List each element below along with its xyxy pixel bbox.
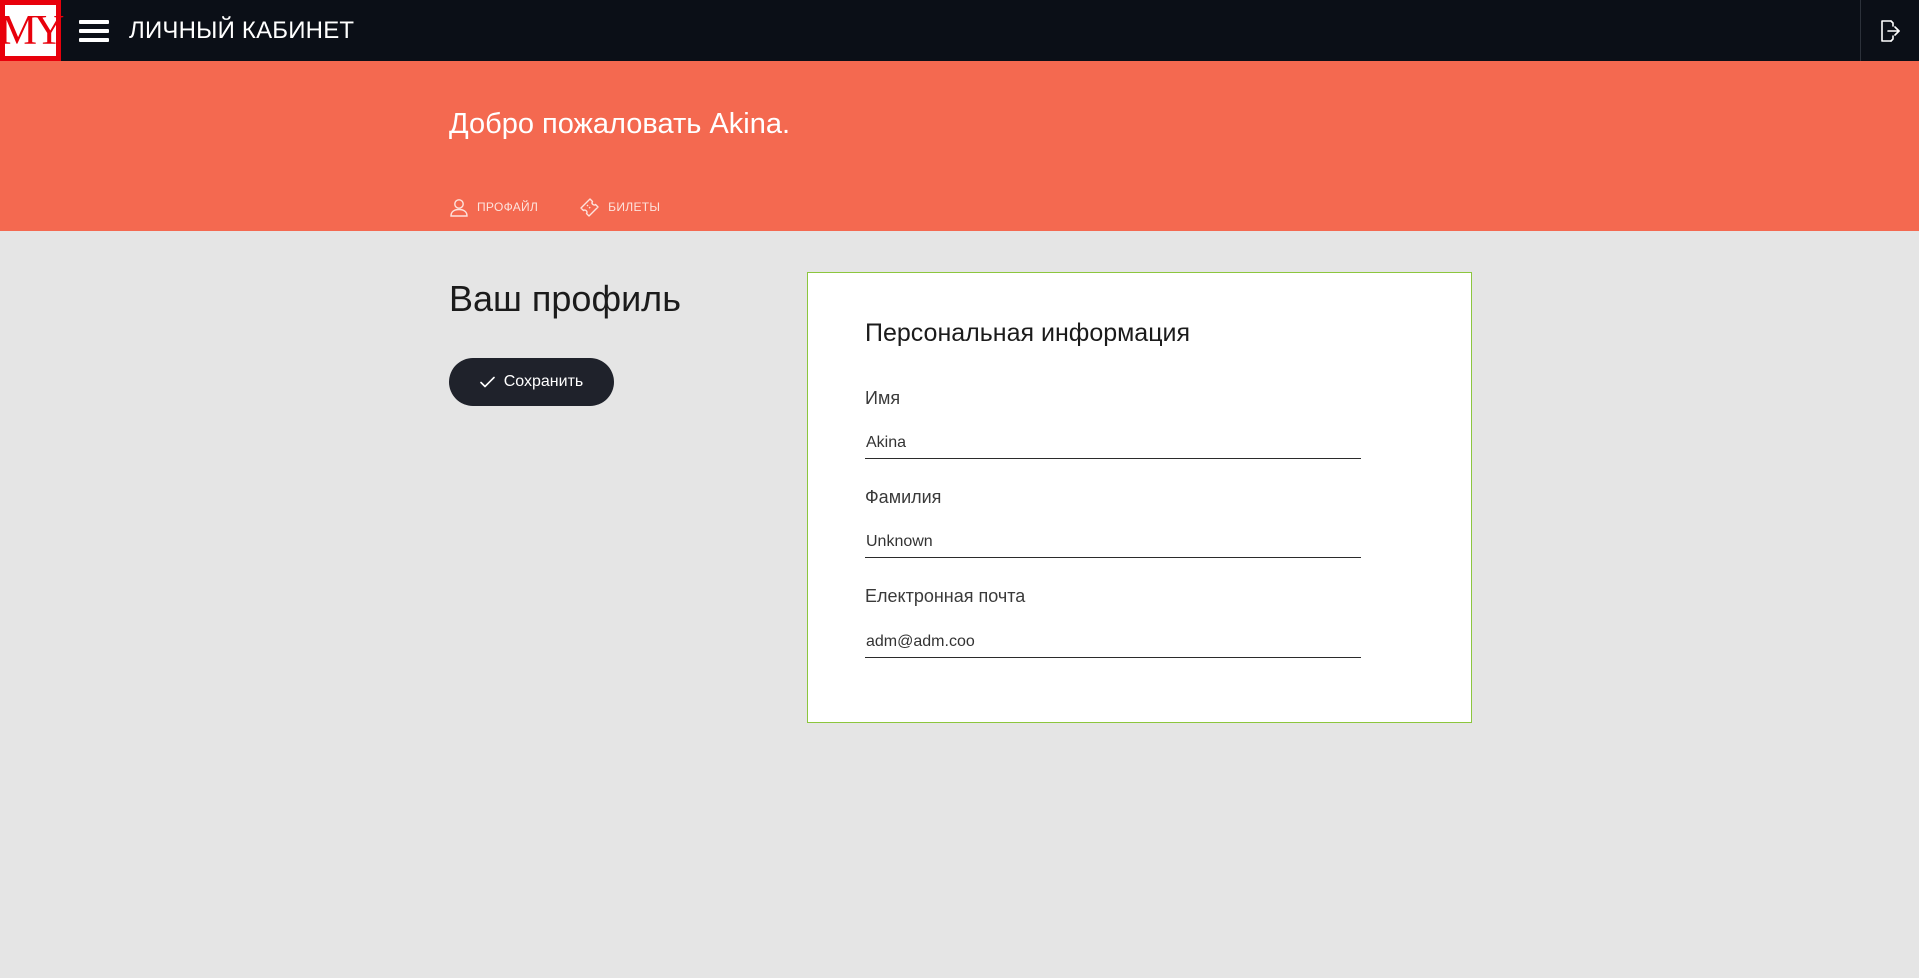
logo-text: MY: [0, 5, 64, 56]
first-name-label: Имя: [865, 388, 901, 408]
top-bar: MY ЛИЧНЫЙ КАБИНЕТ: [0, 0, 1919, 61]
email-input[interactable]: [865, 628, 1361, 658]
profile-tabs: ПРОФАЙЛ БИЛЕТЫ: [449, 196, 700, 218]
page-title: Ваш профиль: [449, 278, 681, 319]
logout-button[interactable]: [1860, 0, 1919, 61]
last-name-label: Фамилия: [865, 487, 942, 507]
checkmark-icon: [479, 376, 495, 388]
logout-icon: [1881, 19, 1900, 42]
logo[interactable]: MY: [0, 0, 64, 61]
card-title: Персональная информация: [865, 319, 1191, 347]
tab-tickets[interactable]: БИЛЕТЫ: [578, 196, 660, 218]
last-name-input[interactable]: [865, 528, 1361, 558]
first-name-input[interactable]: [865, 429, 1361, 459]
email-label: Електронная почта: [865, 586, 1026, 606]
app-title: ЛИЧНЫЙ КАБИНЕТ: [129, 17, 355, 44]
personal-info-card: Персональная информация Имя Фамилия Елек…: [807, 272, 1472, 723]
tab-tickets-label: БИЛЕТЫ: [608, 200, 661, 214]
ticket-icon: [580, 198, 599, 217]
save-button[interactable]: Сохранить: [449, 358, 614, 406]
tab-profile-label: ПРОФАЙЛ: [477, 200, 539, 214]
save-button-label: Сохранить: [503, 373, 584, 390]
welcome-text: Добро пожаловать Akina.: [449, 108, 791, 140]
user-icon: [450, 199, 468, 217]
tab-profile[interactable]: ПРОФАЙЛ: [449, 197, 538, 217]
hamburger-menu-icon[interactable]: [79, 18, 109, 43]
welcome-banner: Добро пожаловать Akina. ПРОФАЙЛ БИЛЕТЫ: [0, 61, 1919, 231]
